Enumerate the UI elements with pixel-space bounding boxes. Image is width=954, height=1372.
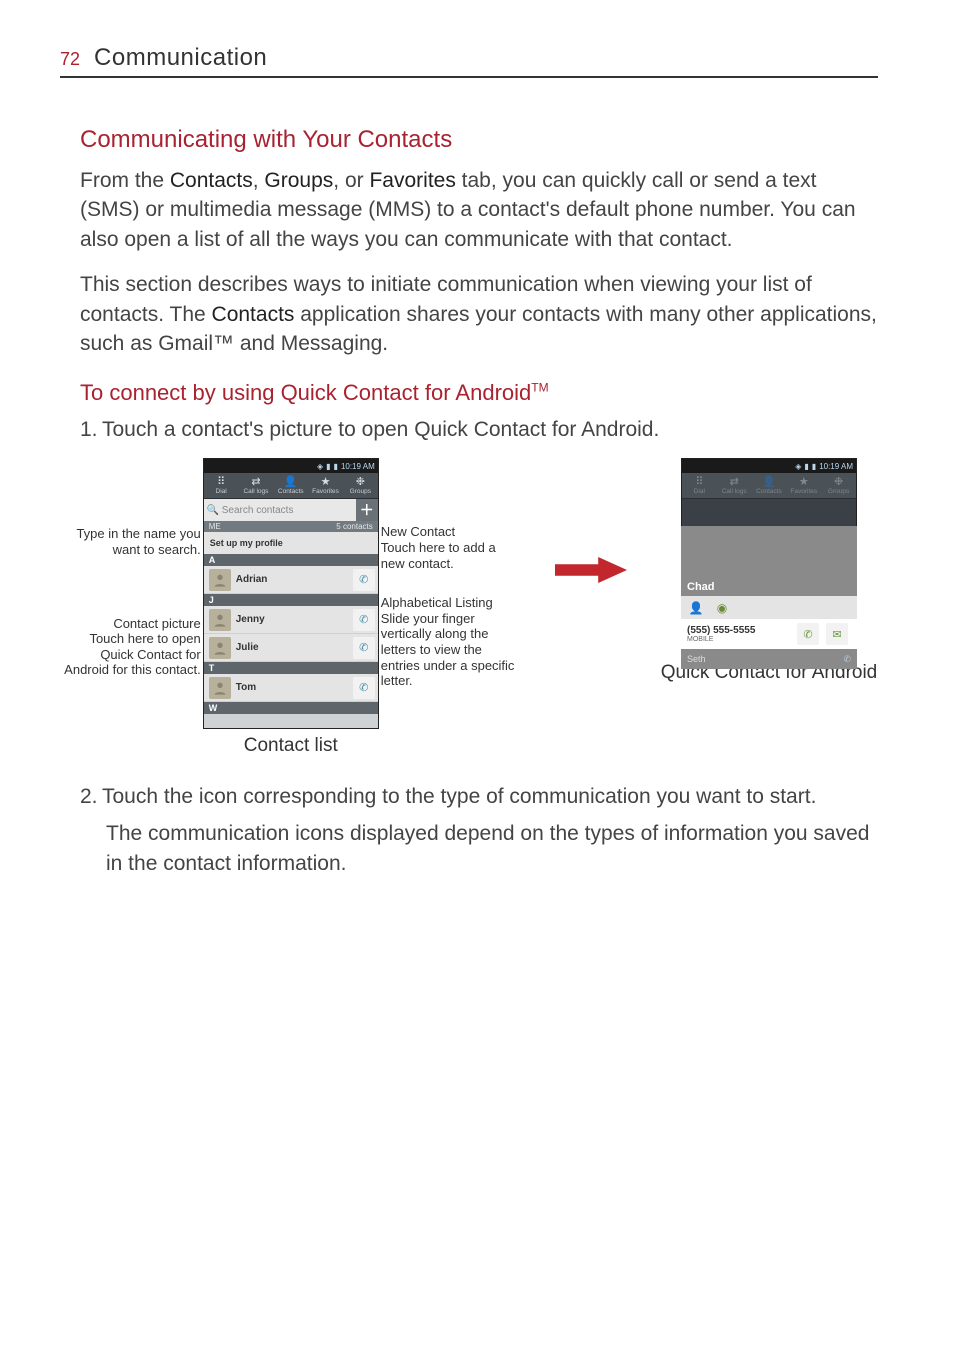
page-header: 72 Communication — [60, 44, 878, 78]
step-2: 2.Touch the icon corresponding to the ty… — [80, 785, 878, 809]
annot-search: Type in the name you want to search. — [61, 526, 201, 557]
battery-icon: ▮ — [812, 462, 816, 471]
qc-call-icon-dim: ✆ — [843, 654, 851, 665]
tab-groups[interactable]: ❉Groups — [343, 473, 378, 498]
section-heading-communicating: Communicating with Your Contacts — [80, 126, 878, 154]
phone-quick-contact: ◈ ▮ ▮ 10:19 AM ⠿Dial ⇄Call logs 👤Contact… — [681, 458, 857, 656]
qc-large-avatar: Chad — [681, 526, 857, 596]
status-time: 10:19 AM — [819, 462, 853, 471]
step-1: 1.Touch a contact's picture to open Quic… — [80, 418, 878, 442]
tab-favorites[interactable]: ★Favorites — [308, 473, 343, 498]
contact-row-julie[interactable]: Julie ✆ — [204, 634, 378, 662]
annot-new-contact-desc: Touch here to add a new contact. — [381, 540, 521, 571]
contact-row-adrian[interactable]: Adrian ✆ — [204, 566, 378, 594]
intro-paragraph-2: This section describes ways to initiate … — [80, 270, 878, 358]
annot-alpha-label: Alphabetical Listing — [381, 595, 521, 611]
android-icon[interactable]: ◉ — [713, 599, 731, 617]
battery-icon: ▮ — [334, 462, 338, 471]
qc-icon-row: 👤 ◉ — [681, 596, 857, 619]
status-bar: ◈ ▮ ▮ 10:19 AM — [682, 459, 856, 473]
call-icon[interactable]: ✆ — [353, 677, 375, 699]
search-row: 🔍 Search contacts ＋ — [204, 499, 378, 521]
figure-area: Type in the name you want to search. Con… — [60, 458, 878, 757]
step-2-note: The communication icons displayed depend… — [106, 819, 878, 878]
avatar[interactable] — [209, 677, 231, 699]
qc-phone-number: (555) 555-5555 — [687, 625, 755, 636]
tab-dial[interactable]: ⠿Dial — [204, 473, 239, 498]
avatar[interactable] — [209, 637, 231, 659]
signal-icon: ▮ — [326, 462, 330, 471]
phone-contact-list: ◈ ▮ ▮ 10:19 AM ⠿Dial ⇄Call logs 👤Contact… — [203, 458, 379, 729]
letter-header-a: A — [204, 554, 378, 566]
setup-profile-row[interactable]: Set up my profile — [204, 532, 378, 554]
page-number: 72 — [60, 49, 80, 70]
annot-picture-desc: Touch here to open Quick Contact for And… — [61, 631, 201, 678]
wifi-icon: ◈ — [795, 462, 801, 471]
qc-number-row: (555) 555-5555 MOBILE ✆ ✉ — [681, 619, 857, 649]
status-bar: ◈ ▮ ▮ 10:19 AM — [204, 459, 378, 473]
qc-call-icon[interactable]: ✆ — [797, 623, 819, 645]
quick-contact-card: Chad 👤 ◉ (555) 555-5555 MOBILE ✆ ✉ — [681, 526, 857, 669]
signal-icon: ▮ — [804, 462, 808, 471]
phone-tabs: ⠿Dial ⇄Call logs 👤Contacts ★Favorites ❉G… — [204, 473, 378, 499]
right-annotations: New Contact Touch here to add a new cont… — [381, 458, 521, 757]
red-arrow — [555, 557, 627, 588]
person-icon[interactable]: 👤 — [687, 599, 705, 617]
qc-below-row: Seth ✆ — [681, 649, 857, 669]
qc-phone-type: MOBILE — [687, 636, 755, 643]
avatar[interactable] — [209, 609, 231, 631]
tab-call-logs[interactable]: ⇄Call logs — [239, 473, 274, 498]
contact-row-tom[interactable]: Tom ✆ — [204, 674, 378, 702]
qc-message-icon[interactable]: ✉ — [826, 623, 848, 645]
avatar[interactable] — [209, 569, 231, 591]
call-icon[interactable]: ✆ — [353, 569, 375, 591]
qc-contact-name: Chad — [687, 581, 715, 593]
phone-tabs-dimmed: ⠿Dial ⇄Call logs 👤Contacts ★Favorites ❉G… — [682, 473, 856, 499]
call-icon[interactable]: ✆ — [353, 609, 375, 631]
call-icon[interactable]: ✆ — [353, 637, 375, 659]
intro-paragraph-1: From the Contacts, Groups, or Favorites … — [80, 166, 878, 254]
wifi-icon: ◈ — [317, 462, 323, 471]
tab-contacts[interactable]: 👤Contacts — [273, 473, 308, 498]
add-contact-button[interactable]: ＋ — [356, 499, 378, 521]
left-annotations: Type in the name you want to search. Con… — [61, 458, 201, 757]
caption-contact-list: Contact list — [244, 735, 338, 757]
page-title: Communication — [94, 44, 267, 72]
annot-picture-label: Contact picture — [61, 616, 201, 632]
letter-header-w: W — [204, 702, 378, 714]
me-section: ME5 contacts — [204, 521, 378, 532]
contact-row-jenny[interactable]: Jenny ✆ — [204, 606, 378, 634]
annot-new-contact-label: New Contact — [381, 524, 521, 540]
letter-header-t: T — [204, 662, 378, 674]
letter-header-j: J — [204, 594, 378, 606]
status-time: 10:19 AM — [341, 462, 375, 471]
search-input[interactable]: Search contacts — [222, 505, 356, 516]
annot-alpha-desc: Slide your finger vertically along the l… — [381, 611, 521, 689]
subheading-quick-contact: To connect by using Quick Contact for An… — [80, 380, 878, 406]
search-icon: 🔍 — [204, 505, 222, 516]
